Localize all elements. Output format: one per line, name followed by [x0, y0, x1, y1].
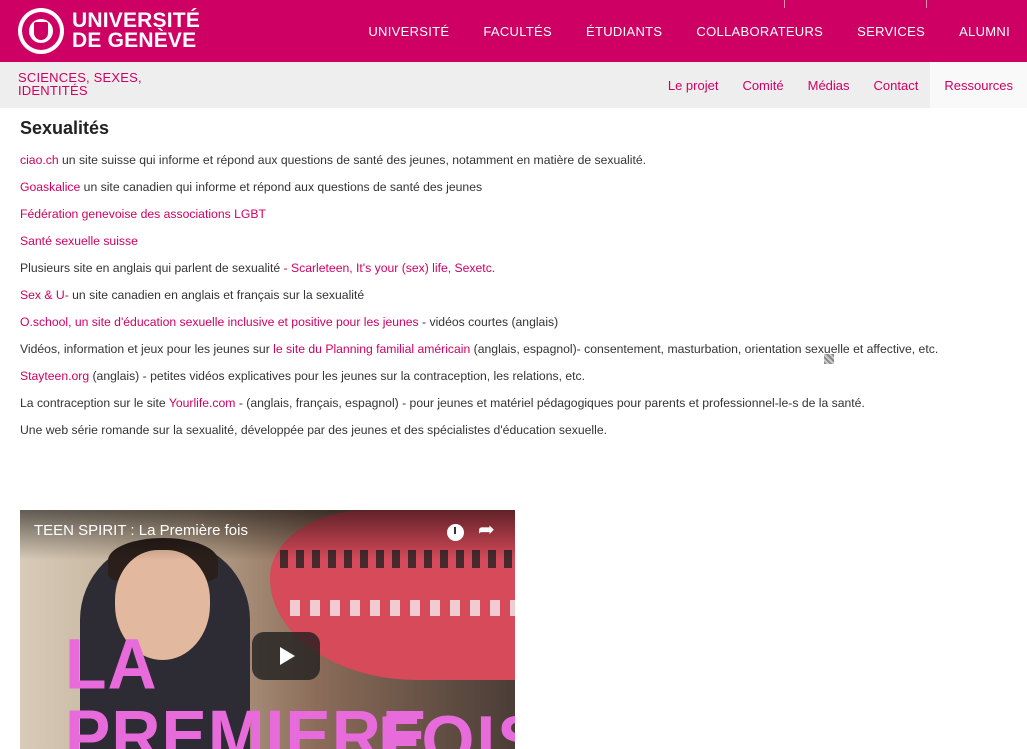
paragraph-text: (anglais, espagnol)- consentement, mastu… — [470, 342, 939, 356]
video-overlay-text-line-2: FOIS — [378, 702, 515, 749]
main-nav-etudiants[interactable]: ÉTUDIANTS — [586, 24, 662, 39]
link-planning-familial[interactable]: le site du Planning familial américain — [273, 342, 470, 356]
paragraph-text: (anglais) - petites vidéos explicatives … — [89, 369, 585, 383]
paragraph-text: un site canadien en anglais et français … — [68, 288, 365, 302]
video-pattern-band — [290, 600, 515, 616]
link-scarleteen[interactable]: - Scarleteen, It's your (sex) life, Sexe… — [284, 261, 496, 275]
link-sex-and-u[interactable]: Sex & U- — [20, 288, 69, 302]
link-sante-sexuelle-suisse[interactable]: Santé sexuelle suisse — [20, 234, 138, 248]
site-name-link[interactable]: SCIENCES, SEXES, IDENTITÉS — [18, 71, 168, 97]
paragraph-text: Une web série romande sur la sexualité, … — [20, 423, 608, 437]
university-logo[interactable]: UNIVERSITÉ DE GENÈVE — [18, 7, 200, 55]
site-nav-contact[interactable]: Contact — [862, 62, 931, 108]
resource-paragraph: La contraception sur le site Yourlife.co… — [20, 394, 1010, 413]
paragraph-text: un site suisse qui informe et répond aux… — [58, 153, 647, 167]
main-nav-alumni[interactable]: ALUMNI — [959, 24, 1010, 39]
paragraph-text: un site canadien qui informe et répond a… — [80, 180, 483, 194]
resource-paragraph: O.school, un site d'éducation sexuelle i… — [20, 313, 1010, 332]
main-nav-universite[interactable]: UNIVERSITÉ — [368, 24, 449, 39]
share-icon[interactable]: ➦ — [478, 520, 495, 540]
main-nav: UNIVERSITÉ FACULTÉS ÉTUDIANTS COLLABORAT… — [351, 0, 1027, 62]
link-federation-lgbt[interactable]: Fédération genevoise des associations LG… — [20, 207, 266, 221]
link-oschool[interactable]: O.school, un site d'éducation sexuelle i… — [20, 315, 419, 329]
top-header: UNIVERSITÉ DE GENÈVE UNIVERSITÉ FACULTÉS… — [0, 0, 1027, 62]
broken-image-icon — [824, 354, 834, 364]
main-nav-facultes[interactable]: FACULTÉS — [483, 24, 552, 39]
resource-paragraph: Vidéos, information et jeux pour les jeu… — [20, 340, 1010, 359]
resource-paragraph: Plusieurs site en anglais qui parlent de… — [20, 259, 1010, 278]
site-nav-comite[interactable]: Comité — [730, 62, 795, 108]
link-stayteen[interactable]: Stayteen.org — [20, 369, 89, 383]
resource-paragraph: Santé sexuelle suisse — [20, 232, 1010, 251]
main-nav-collaborateurs[interactable]: COLLABORATEURS — [696, 24, 823, 39]
resource-paragraph: Une web série romande sur la sexualité, … — [20, 421, 1010, 440]
logo-line-1: UNIVERSITÉ — [72, 9, 201, 32]
paragraph-text: La contraception sur le site — [20, 396, 169, 410]
logo-line-2: DE GENÈVE — [72, 29, 197, 52]
page-title: Sexualités — [20, 118, 110, 138]
resource-paragraph: Goaskalice un site canadien qui informe … — [20, 178, 1010, 197]
video-title[interactable]: TEEN SPIRIT : La Première fois — [34, 522, 248, 539]
site-subheader: SCIENCES, SEXES, IDENTITÉS Le projet Com… — [0, 62, 1027, 108]
video-player[interactable]: TEEN SPIRIT : La Première fois ➦ LA PREM… — [20, 510, 515, 749]
university-seal-icon — [18, 8, 64, 54]
site-nav-le-projet[interactable]: Le projet — [656, 62, 731, 108]
paragraph-text: Vidéos, information et jeux pour les jeu… — [20, 342, 274, 356]
logo-text: UNIVERSITÉ DE GENÈVE — [72, 9, 201, 52]
link-yourlife[interactable]: Yourlife.com — [169, 396, 236, 410]
clock-icon[interactable] — [447, 524, 464, 541]
link-ciao[interactable]: ciao.ch — [20, 153, 59, 167]
main-nav-services[interactable]: SERVICES — [857, 24, 925, 39]
paragraph-text: - (anglais, français, espagnol) - pour j… — [235, 396, 865, 410]
site-nav-medias[interactable]: Médias — [796, 62, 862, 108]
play-icon[interactable] — [252, 632, 320, 680]
paragraph-text: Plusieurs site en anglais qui parlent de… — [20, 261, 284, 275]
site-nav-ressources[interactable]: Ressources — [930, 62, 1027, 108]
resource-paragraph: Sex & U- un site canadien en anglais et … — [20, 286, 1010, 305]
site-name-line-2: IDENTITÉS — [18, 83, 88, 98]
main-content: Sexualités ciao.ch un site suisse qui in… — [20, 118, 1010, 448]
site-nav: Le projet Comité Médias Contact Ressourc… — [656, 62, 1027, 108]
resource-paragraph: Stayteen.org (anglais) - petites vidéos … — [20, 367, 1010, 386]
resource-paragraph: ciao.ch un site suisse qui informe et ré… — [20, 151, 1010, 170]
link-goaskalice[interactable]: Goaskalice — [20, 180, 80, 194]
resource-paragraph: Fédération genevoise des associations LG… — [20, 205, 1010, 224]
paragraph-text: - vidéos courtes (anglais) — [418, 315, 559, 329]
